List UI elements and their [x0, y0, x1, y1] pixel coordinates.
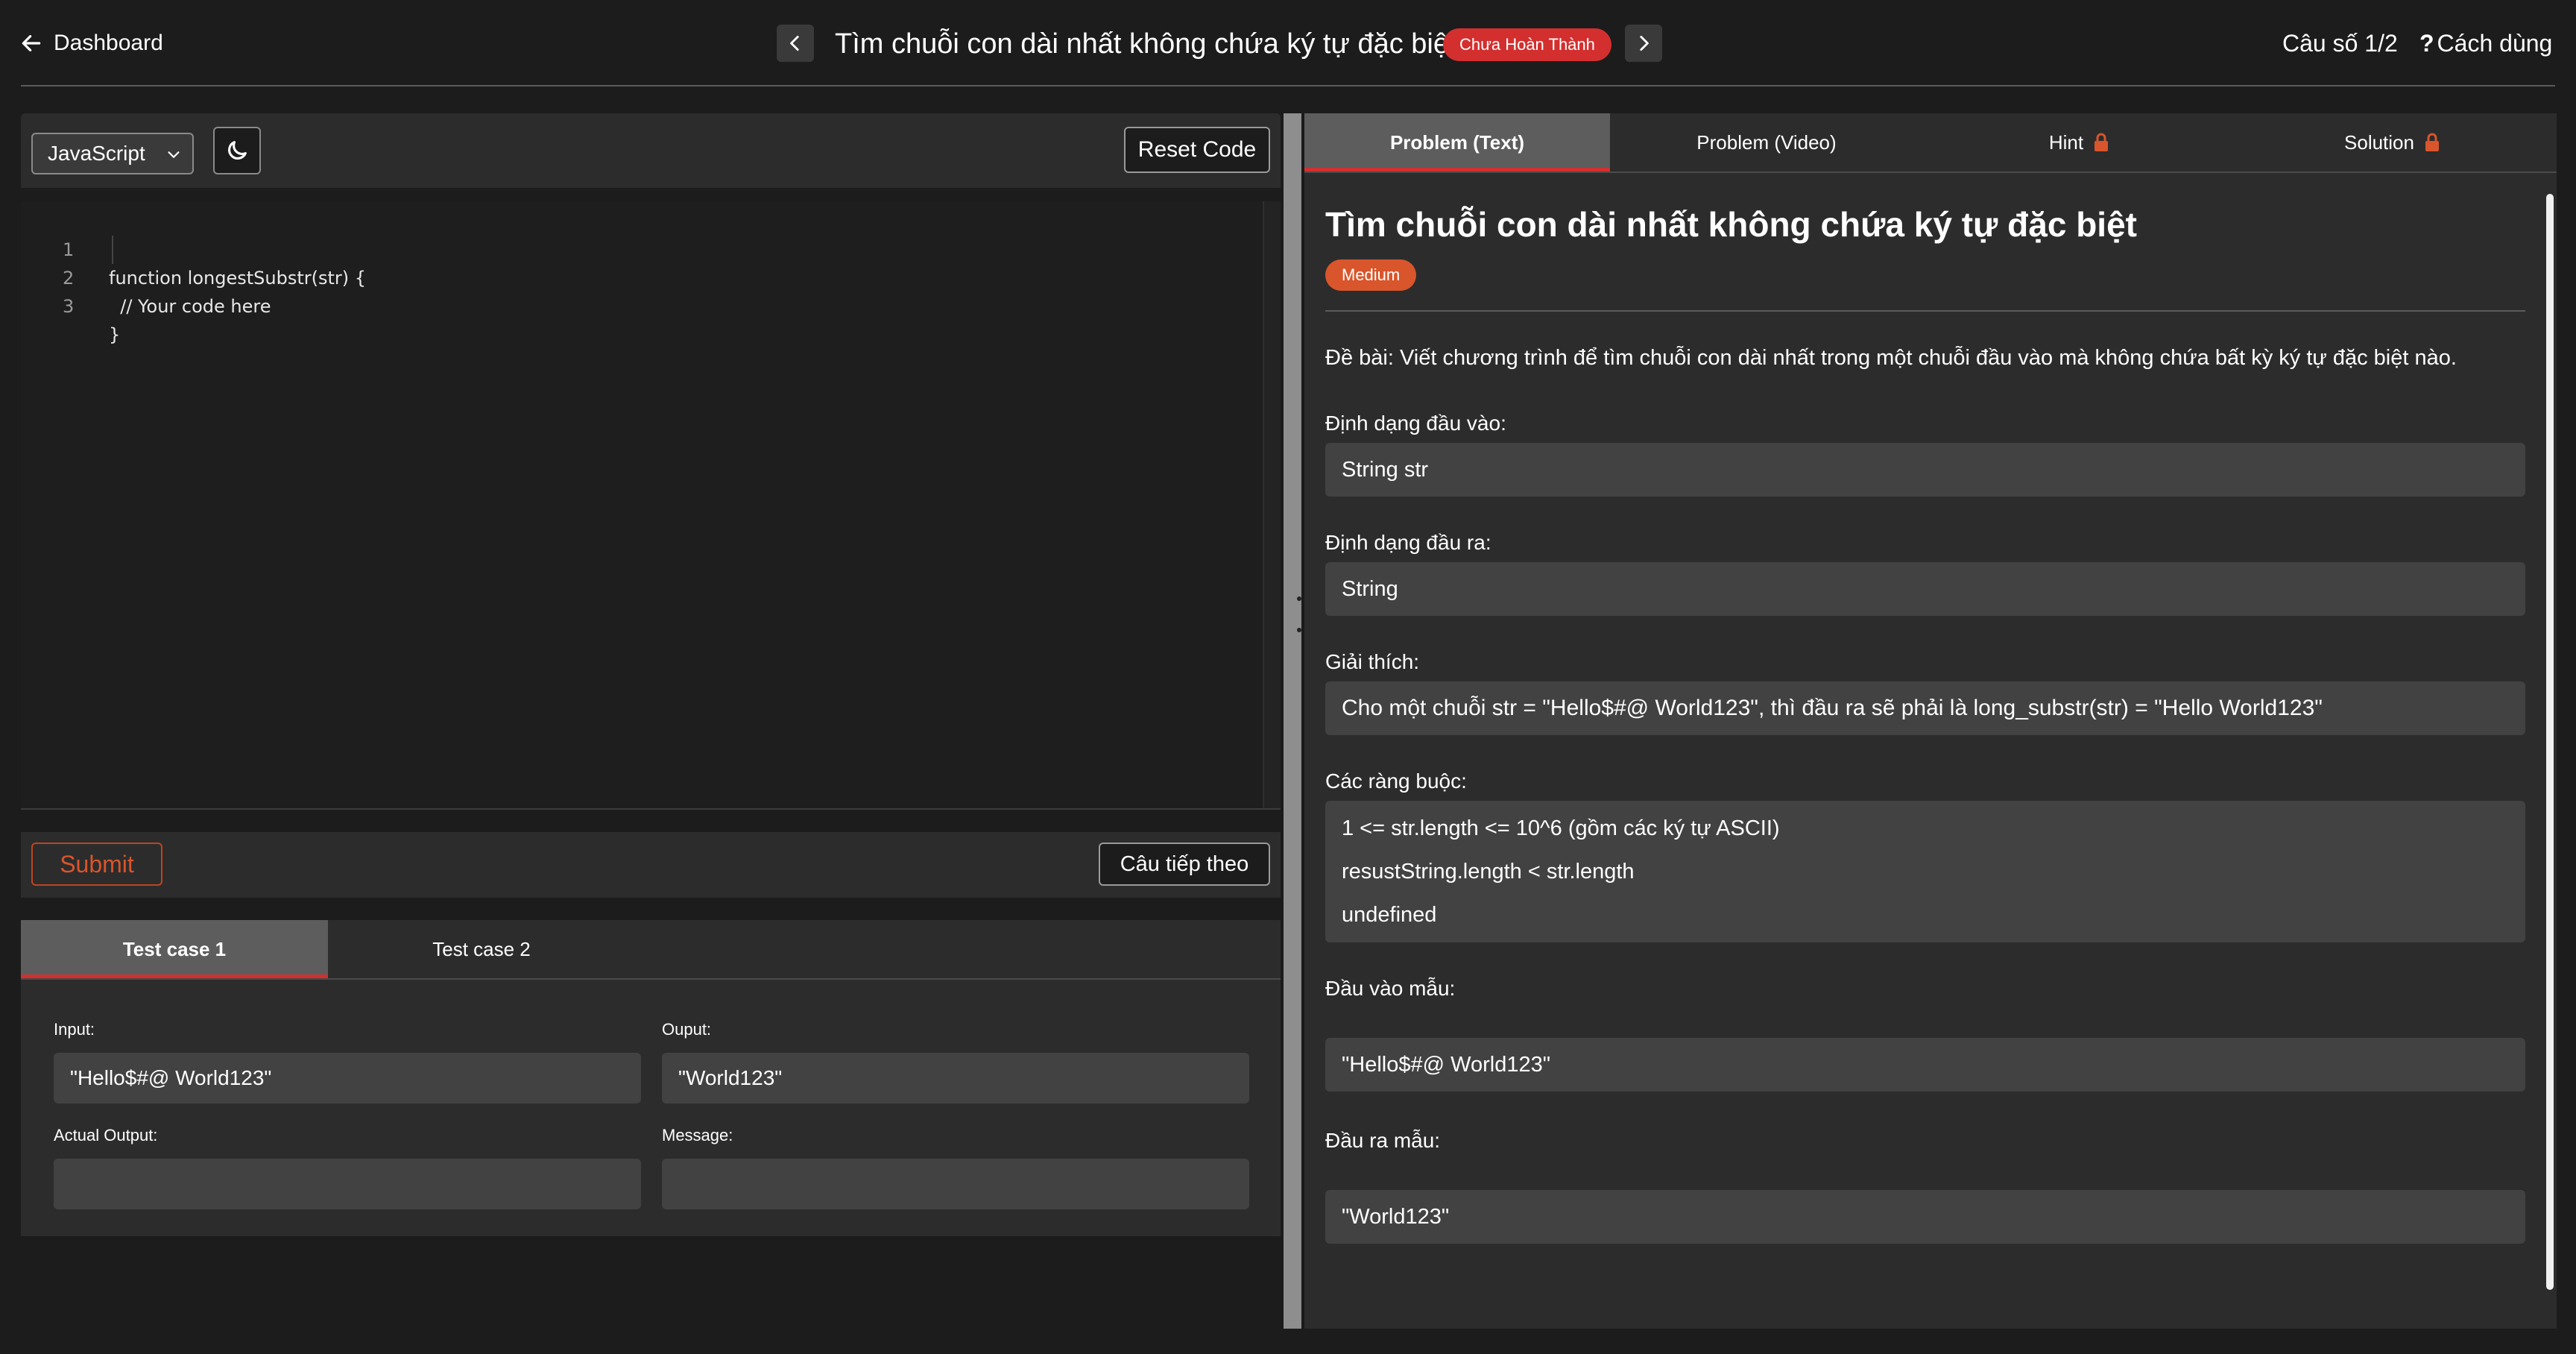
line-code: // Your code here — [109, 296, 271, 317]
problem-divider — [1325, 310, 2525, 312]
output-format-label: Định dạng đầu ra: — [1325, 531, 1491, 554]
constraints-box: 1 <= str.length <= 10^6 (gồm các ký tự A… — [1325, 801, 2525, 942]
sample-output-label: Đầu ra mẫu: — [1325, 1129, 1441, 1152]
reset-code-button[interactable]: Reset Code — [1124, 127, 1270, 173]
chevron-right-icon — [1640, 35, 1649, 51]
header-divider — [21, 85, 2555, 86]
language-select[interactable]: JavaScript — [31, 133, 194, 174]
moon-icon — [228, 141, 247, 160]
constraint-item: resustString.length < str.length — [1342, 860, 1635, 884]
explanation-label: Giải thích: — [1325, 650, 1420, 673]
question-counter: Câu số 1/2 — [2282, 30, 2398, 57]
expected-output-field: "World123" — [662, 1053, 1249, 1103]
output-format-box: String — [1325, 562, 2525, 616]
line-code: } — [109, 324, 121, 345]
arrow-left-icon — [22, 35, 41, 51]
panel-resize-handle[interactable] — [1281, 113, 1304, 1329]
testcase-panel: Test case 1 Test case 2 Input: "Hello$#@… — [21, 920, 1281, 1236]
constraint-item: 1 <= str.length <= 10^6 (gồm các ký tự A… — [1342, 816, 1780, 840]
actual-output-label: Actual Output: — [54, 1126, 158, 1144]
editor-toolbar: JavaScript Reset Code — [21, 113, 1281, 188]
tab-problem-video[interactable]: Problem (Video) — [1610, 113, 1923, 171]
top-header: Dashboard Tìm chuỗi con dài nhất không c… — [0, 0, 2576, 85]
previous-question-button[interactable] — [777, 25, 814, 62]
testcase-tabs: Test case 1 Test case 2 — [21, 920, 1281, 980]
grip-dot — [1297, 596, 1301, 601]
back-label: Dashboard — [54, 31, 163, 55]
code-line: 1 function longestSubstr(str) { — [21, 207, 366, 289]
help-link[interactable]: ? Cách dùng — [2419, 27, 2552, 60]
problem-panel: Problem (Text) Problem (Video) Hint Solu… — [1304, 113, 2557, 1329]
next-question-button[interactable]: Câu tiếp theo — [1099, 843, 1270, 886]
tab-problem-text[interactable]: Problem (Text) — [1304, 113, 1610, 171]
sample-input-box: "Hello$#@ World123" — [1325, 1038, 2525, 1092]
tab-test-case-2[interactable]: Test case 2 — [328, 920, 635, 978]
back-to-dashboard-link[interactable]: Dashboard — [19, 27, 163, 60]
tab-test-case-1[interactable]: Test case 1 — [21, 920, 328, 978]
line-number: 2 — [63, 268, 75, 289]
lock-icon — [2425, 133, 2439, 151]
problem-heading: Tìm chuỗi con dài nhất không chứa ký tự … — [1325, 205, 2137, 244]
tab-hint[interactable]: Hint — [1923, 113, 2236, 171]
line-code: function longestSubstr(str) { — [109, 268, 367, 289]
difficulty-badge: Medium — [1325, 259, 1417, 291]
problem-scrollbar[interactable] — [2543, 194, 2557, 1290]
constraints-label: Các ràng buộc: — [1325, 769, 1467, 793]
problem-statement: Đề bài: Viết chương trình để tìm chuỗi c… — [1325, 346, 2457, 370]
status-badge: Chưa Hoàn Thành — [1443, 28, 1611, 61]
sample-input-label: Đầu vào mẫu: — [1325, 977, 1456, 1000]
input-format-label: Định dạng đầu vào: — [1325, 412, 1506, 435]
scrollbar-thumb[interactable] — [2546, 194, 2554, 1290]
code-editor[interactable]: 1 function longestSubstr(str) { 2 // You… — [21, 201, 1281, 810]
page-title: Tìm chuỗi con dài nhất không chứa ký tự … — [835, 28, 1457, 60]
input-value-field: "Hello$#@ World123" — [54, 1053, 641, 1103]
explanation-box: Cho một chuỗi str = "Hello$#@ World123",… — [1325, 681, 2525, 735]
editor-scrollbar[interactable] — [1263, 201, 1281, 808]
tab-hint-label: Hint — [2048, 131, 2084, 154]
actual-output-field — [54, 1159, 641, 1209]
code-line: 2 // Your code here — [21, 236, 271, 317]
resize-bar — [1284, 113, 1301, 1329]
tab-solution-label: Solution — [2344, 131, 2414, 154]
question-mark-icon: ? — [2419, 30, 2434, 57]
message-label: Message: — [662, 1126, 733, 1144]
grip-dot — [1297, 628, 1301, 632]
problem-tabs: Problem (Text) Problem (Video) Hint Solu… — [1304, 113, 2557, 173]
chevron-down-icon — [168, 151, 180, 158]
next-question-arrow-button[interactable] — [1625, 25, 1662, 62]
input-label: Input: — [54, 1020, 95, 1039]
language-value: JavaScript — [48, 142, 145, 165]
message-field — [662, 1159, 1249, 1209]
output-label: Ouput: — [662, 1020, 712, 1039]
tab-solution[interactable]: Solution — [2236, 113, 2549, 171]
code-line: 3 } — [21, 264, 120, 345]
lock-icon — [2094, 133, 2109, 151]
help-label: Cách dùng — [2437, 30, 2553, 57]
constraint-item: undefined — [1342, 903, 1437, 927]
line-number: 1 — [63, 239, 75, 260]
input-format-box: String str — [1325, 443, 2525, 497]
line-number: 3 — [63, 296, 75, 317]
submit-button[interactable]: Submit — [31, 843, 162, 886]
chevron-left-icon — [790, 35, 799, 51]
submit-bar: Submit Câu tiếp theo — [21, 832, 1281, 898]
theme-toggle-button[interactable] — [213, 127, 261, 174]
sample-output-box: "World123" — [1325, 1190, 2525, 1244]
indent-guide — [112, 236, 113, 264]
